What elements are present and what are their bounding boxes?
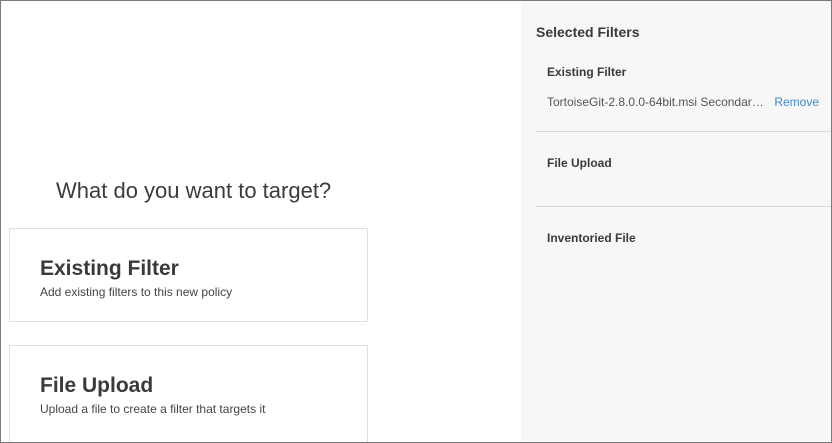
- selected-filter-row: TortoiseGit-2.8.0.0-64bit.msi Secondary …: [547, 95, 822, 111]
- file-upload-section-title: File Upload: [547, 156, 612, 170]
- existing-filter-section-title: Existing Filter: [547, 65, 627, 79]
- existing-filter-card[interactable]: Existing Filter Add existing filters to …: [9, 228, 368, 322]
- selected-filters-title: Selected Filters: [536, 24, 640, 40]
- existing-filter-card-title: Existing Filter: [40, 257, 179, 280]
- section-divider: [536, 131, 831, 132]
- file-upload-card-title: File Upload: [40, 374, 154, 397]
- file-upload-card-description: Upload a file to create a filter that ta…: [40, 402, 266, 416]
- target-selection-area: What do you want to target? Existing Fil…: [1, 1, 521, 442]
- remove-filter-link[interactable]: Remove: [774, 95, 819, 109]
- app-window: What do you want to target? Existing Fil…: [0, 0, 832, 443]
- file-upload-card[interactable]: File Upload Upload a file to create a fi…: [9, 345, 368, 442]
- selected-filter-name: TortoiseGit-2.8.0.0-64bit.msi Secondary …: [547, 95, 767, 109]
- selected-filters-panel: Selected Filters Existing Filter Tortois…: [521, 1, 831, 442]
- target-question-heading: What do you want to target?: [56, 178, 332, 203]
- inventoried-file-section-title: Inventoried File: [547, 231, 636, 245]
- existing-filter-card-description: Add existing filters to this new policy: [40, 285, 233, 299]
- section-divider: [536, 206, 831, 207]
